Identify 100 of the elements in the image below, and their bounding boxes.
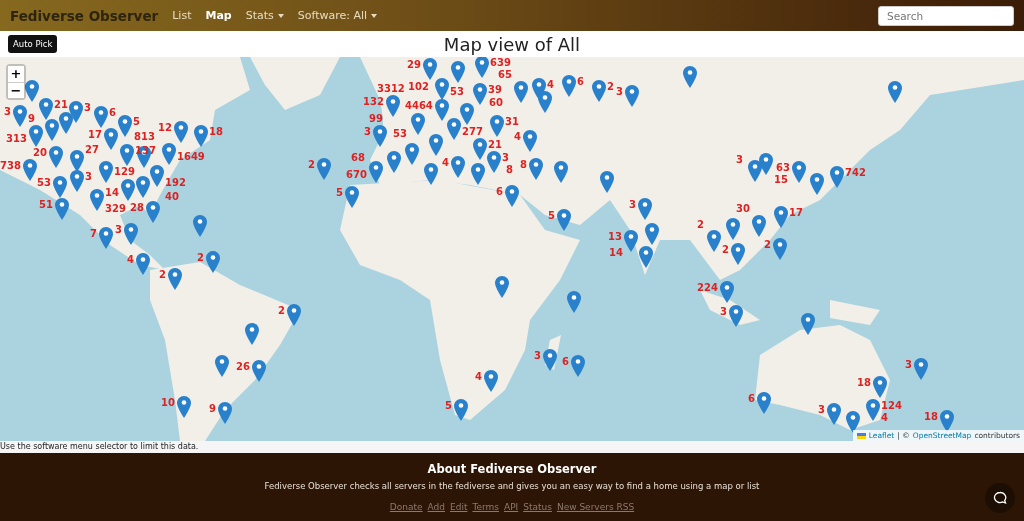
map-pin-icon[interactable] (146, 201, 160, 223)
map-pin-icon[interactable] (424, 163, 438, 185)
map-pin-icon[interactable] (873, 376, 887, 398)
map-pin-icon[interactable] (726, 218, 740, 240)
map-pin-icon[interactable] (523, 130, 537, 152)
map-pin-icon[interactable] (505, 185, 519, 207)
map-pin-icon[interactable] (592, 80, 606, 102)
footer-link[interactable]: Edit (450, 502, 468, 512)
map-pin-icon[interactable] (150, 165, 164, 187)
map-pin-icon[interactable] (748, 160, 762, 182)
map-pin-icon[interactable] (387, 151, 401, 173)
map-pin-icon[interactable] (600, 171, 614, 193)
nav-link[interactable]: List (172, 9, 192, 22)
map-pin-icon[interactable] (454, 399, 468, 421)
map-pin-icon[interactable] (174, 121, 188, 143)
map-pin-icon[interactable] (729, 305, 743, 327)
footer-link[interactable]: API (503, 502, 519, 512)
map-pin-icon[interactable] (888, 81, 902, 103)
map-pin-icon[interactable] (473, 138, 487, 160)
map-pin-icon[interactable] (39, 98, 53, 120)
map-pin-icon[interactable] (193, 215, 207, 237)
search-field[interactable]: Search (878, 5, 1014, 26)
auto-pick-button[interactable]: Auto Pick (8, 35, 58, 53)
map-pin-icon[interactable] (162, 143, 176, 165)
map-pin-icon[interactable] (287, 304, 301, 326)
map-pin-icon[interactable] (484, 370, 498, 392)
map-pin-icon[interactable] (490, 115, 504, 137)
nav-link[interactable]: Map (205, 9, 232, 22)
map-pin-icon[interactable] (386, 95, 400, 117)
map-pin-icon[interactable] (473, 83, 487, 105)
map-pin-icon[interactable] (846, 411, 860, 433)
map-pin-icon[interactable] (638, 198, 652, 220)
map-pin-icon[interactable] (460, 103, 474, 125)
map-pin-icon[interactable] (99, 227, 113, 249)
map-pin-icon[interactable] (752, 215, 766, 237)
nav-link[interactable]: Stats (245, 9, 284, 22)
footer-link[interactable]: Status (523, 502, 552, 512)
map-pin-icon[interactable] (118, 115, 132, 137)
map-pin-icon[interactable] (99, 161, 113, 183)
map-pin-icon[interactable] (866, 399, 880, 421)
map-pin-icon[interactable] (562, 75, 576, 97)
map-pin-icon[interactable] (177, 396, 191, 418)
map-pin-icon[interactable] (45, 119, 59, 141)
map-pin-icon[interactable] (136, 176, 150, 198)
map-pin-icon[interactable] (59, 112, 73, 134)
map-pin-icon[interactable] (487, 151, 501, 173)
map-pin-icon[interactable] (215, 355, 229, 377)
brand-title[interactable]: Fediverse Observer (10, 7, 159, 24)
map-pin-icon[interactable] (429, 134, 443, 156)
map-pin-icon[interactable] (471, 163, 485, 185)
map-pin-icon[interactable] (554, 161, 568, 183)
map-pin-icon[interactable] (69, 101, 83, 123)
map-pin-icon[interactable] (914, 358, 928, 380)
map-pin-icon[interactable] (720, 281, 734, 303)
map-pin-icon[interactable] (252, 360, 266, 382)
map-pin-icon[interactable] (792, 161, 806, 183)
map-pin-icon[interactable] (827, 403, 841, 425)
map-pin-icon[interactable] (757, 392, 771, 414)
map-pin-icon[interactable] (55, 198, 69, 220)
map-pin-icon[interactable] (53, 176, 67, 198)
map-pin-icon[interactable] (624, 230, 638, 252)
footer-link[interactable]: New Servers RSS (556, 502, 635, 512)
map-pin-icon[interactable] (70, 170, 84, 192)
map-pin-icon[interactable] (373, 125, 387, 147)
map-pin-icon[interactable] (773, 238, 787, 260)
map-pin-icon[interactable] (801, 313, 815, 335)
map-pin-icon[interactable] (90, 189, 104, 211)
map-pin-icon[interactable] (124, 223, 138, 245)
map-pin-icon[interactable] (435, 99, 449, 121)
map-pin-icon[interactable] (369, 161, 383, 183)
map-pin-icon[interactable] (774, 206, 788, 228)
footer-link[interactable]: Donate (389, 502, 423, 512)
map-pin-icon[interactable] (121, 179, 135, 201)
footer-link[interactable]: Terms (472, 502, 499, 512)
map-pin-icon[interactable] (451, 156, 465, 178)
map-pin-icon[interactable] (639, 246, 653, 268)
map-pin-icon[interactable] (245, 323, 259, 345)
map-pin-icon[interactable] (683, 66, 697, 88)
map-pin-icon[interactable] (567, 291, 581, 313)
map-pin-icon[interactable] (317, 158, 331, 180)
zoom-out-button[interactable]: − (8, 82, 24, 98)
map-pin-icon[interactable] (194, 125, 208, 147)
map-pin-icon[interactable] (731, 243, 745, 265)
map-pin-icon[interactable] (206, 251, 220, 273)
map-pin-icon[interactable] (25, 80, 39, 102)
map-pin-icon[interactable] (29, 125, 43, 147)
map-pin-icon[interactable] (49, 146, 63, 168)
map-pin-icon[interactable] (447, 118, 461, 140)
map-pin-icon[interactable] (435, 78, 449, 100)
map-pin-icon[interactable] (104, 128, 118, 150)
map-pin-icon[interactable] (475, 57, 489, 78)
map-pin-icon[interactable] (557, 209, 571, 231)
map-pin-icon[interactable] (940, 410, 954, 432)
nav-link[interactable]: Software: All (297, 9, 378, 22)
map-pin-icon[interactable] (451, 61, 465, 83)
map-pin-icon[interactable] (495, 276, 509, 298)
map-pin-icon[interactable] (810, 173, 824, 195)
zoom-in-button[interactable]: + (8, 66, 24, 82)
map-pin-icon[interactable] (571, 355, 585, 377)
map-pin-icon[interactable] (830, 166, 844, 188)
